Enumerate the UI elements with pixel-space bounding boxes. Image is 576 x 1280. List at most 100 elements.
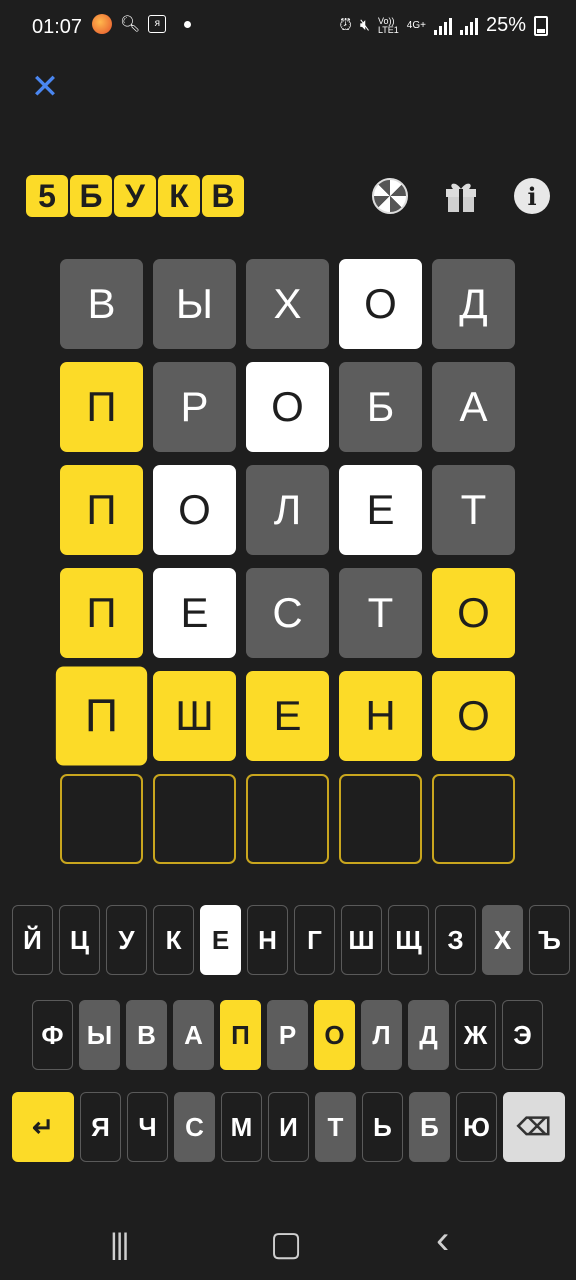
key[interactable]: К bbox=[153, 905, 194, 975]
key[interactable]: В bbox=[126, 1000, 167, 1070]
letter-tile: Т bbox=[432, 465, 515, 555]
key[interactable]: Э bbox=[502, 1000, 543, 1070]
volte-icon: Vo)) LTE1 bbox=[377, 15, 399, 35]
close-icon[interactable]: ✕ bbox=[30, 70, 60, 104]
game-board: ВЫХОДПРОБАПОЛЕТПЕСТОПШЕНО bbox=[55, 259, 516, 877]
key[interactable]: З bbox=[435, 905, 476, 975]
key[interactable]: Д bbox=[408, 1000, 449, 1070]
gift-icon[interactable] bbox=[443, 178, 479, 214]
key[interactable]: Р bbox=[267, 1000, 308, 1070]
key[interactable]: У bbox=[106, 905, 147, 975]
key[interactable]: Б bbox=[409, 1092, 450, 1162]
fox-icon bbox=[92, 14, 112, 34]
letter-tile: О bbox=[339, 259, 422, 349]
back-icon[interactable]: ‹ bbox=[436, 1218, 449, 1263]
letter-tile bbox=[246, 774, 329, 864]
key[interactable]: Л bbox=[361, 1000, 402, 1070]
board-row: ПЕСТО bbox=[60, 568, 516, 658]
info-icon[interactable]: i bbox=[514, 178, 550, 214]
letter-tile: Л bbox=[246, 465, 329, 555]
key[interactable]: Ю bbox=[456, 1092, 497, 1162]
search-icon: 🔍︎ bbox=[120, 16, 141, 33]
letter-tile: А bbox=[432, 362, 515, 452]
letter-tile: Б bbox=[339, 362, 422, 452]
alarm-icon: ⏰︎ bbox=[339, 16, 352, 34]
key[interactable]: Е bbox=[200, 905, 241, 975]
signal-icon bbox=[459, 17, 478, 35]
logo-letter: 5 bbox=[26, 175, 68, 217]
key[interactable]: Ж bbox=[455, 1000, 496, 1070]
recent-apps-icon[interactable]: ||| bbox=[110, 1228, 129, 1262]
letter-tile: Н bbox=[339, 671, 422, 761]
key[interactable]: Ы bbox=[79, 1000, 120, 1070]
key[interactable]: Ф bbox=[32, 1000, 73, 1070]
letter-tile: В bbox=[60, 259, 143, 349]
letter-tile: Р bbox=[153, 362, 236, 452]
letter-tile bbox=[339, 774, 422, 864]
game-logo: 5 Б У К В bbox=[26, 175, 244, 217]
status-right-icons: ⏰︎ 🔇︎ Vo)) LTE1 4G+ 25% bbox=[339, 14, 548, 37]
letter-tile: О bbox=[432, 568, 515, 658]
letter-tile: Е bbox=[153, 568, 236, 658]
home-icon[interactable]: ▢ bbox=[270, 1224, 302, 1264]
letter-tile: П bbox=[60, 362, 143, 452]
key[interactable]: Т bbox=[315, 1092, 356, 1162]
key[interactable]: Ь bbox=[362, 1092, 403, 1162]
key[interactable]: Ш bbox=[341, 905, 382, 975]
wheel-icon[interactable] bbox=[372, 178, 408, 214]
battery-text: 25% bbox=[485, 14, 526, 36]
mute-icon: 🔇︎ bbox=[359, 16, 370, 34]
letter-tile bbox=[153, 774, 236, 864]
letter-tile: Е bbox=[339, 465, 422, 555]
letter-tile bbox=[60, 774, 143, 864]
key[interactable]: Г bbox=[294, 905, 335, 975]
logo-letter: У bbox=[114, 175, 156, 217]
key[interactable]: Ц bbox=[59, 905, 100, 975]
key[interactable]: М bbox=[221, 1092, 262, 1162]
letter-tile: С bbox=[246, 568, 329, 658]
key[interactable]: Ч bbox=[127, 1092, 168, 1162]
dot-icon bbox=[184, 20, 192, 28]
4g-icon: 4G+ bbox=[406, 20, 426, 31]
letter-tile: О bbox=[432, 671, 515, 761]
board-row: ПРОБА bbox=[60, 362, 516, 452]
letter-tile: П bbox=[60, 568, 143, 658]
board-row bbox=[60, 774, 516, 864]
key[interactable]: И bbox=[268, 1092, 309, 1162]
key[interactable]: Ъ bbox=[529, 905, 570, 975]
enter-key[interactable]: ↵ bbox=[12, 1092, 74, 1162]
logo-letter: В bbox=[202, 175, 244, 217]
board-row: ПШЕНО bbox=[55, 666, 516, 766]
key[interactable]: Я bbox=[80, 1092, 121, 1162]
key[interactable]: С bbox=[174, 1092, 215, 1162]
news-icon: я bbox=[148, 15, 167, 33]
key[interactable]: Й bbox=[12, 905, 53, 975]
letter-tile: О bbox=[153, 465, 236, 555]
letter-tile: П bbox=[55, 666, 148, 766]
board-row: ВЫХОД bbox=[60, 259, 516, 349]
system-navbar: ||| ▢ ‹ bbox=[0, 1210, 576, 1280]
letter-tile: П bbox=[60, 465, 143, 555]
keyboard-row-2: ФЫВАПРОЛДЖЭ bbox=[32, 1000, 543, 1070]
letter-tile: Д bbox=[432, 259, 515, 349]
status-left-icons: 🔍︎ я bbox=[92, 14, 192, 34]
logo-letter: Б bbox=[70, 175, 112, 217]
letter-tile: О bbox=[246, 362, 329, 452]
status-time: 01:07 bbox=[32, 16, 83, 38]
signal-icon bbox=[433, 17, 452, 35]
letter-tile: Ы bbox=[153, 259, 236, 349]
key[interactable]: О bbox=[314, 1000, 355, 1070]
key[interactable]: Н bbox=[247, 905, 288, 975]
letter-tile: Е bbox=[246, 671, 329, 761]
keyboard-row-3: ↵ Я Ч С М И Т Ь Б Ю ⌫ bbox=[12, 1092, 565, 1162]
logo-letter: К bbox=[158, 175, 200, 217]
letter-tile: Х bbox=[246, 259, 329, 349]
battery-icon bbox=[534, 15, 548, 36]
key[interactable]: А bbox=[173, 1000, 214, 1070]
status-bar: 01:07 🔍︎ я ⏰︎ 🔇︎ Vo)) LTE1 4G+ 25% bbox=[0, 0, 576, 56]
keyboard-row-1: ЙЦУКЕНГШЩЗХЪ bbox=[12, 905, 570, 975]
key[interactable]: Щ bbox=[388, 905, 429, 975]
key[interactable]: П bbox=[220, 1000, 261, 1070]
key[interactable]: Х bbox=[482, 905, 523, 975]
backspace-key[interactable]: ⌫ bbox=[503, 1092, 565, 1162]
